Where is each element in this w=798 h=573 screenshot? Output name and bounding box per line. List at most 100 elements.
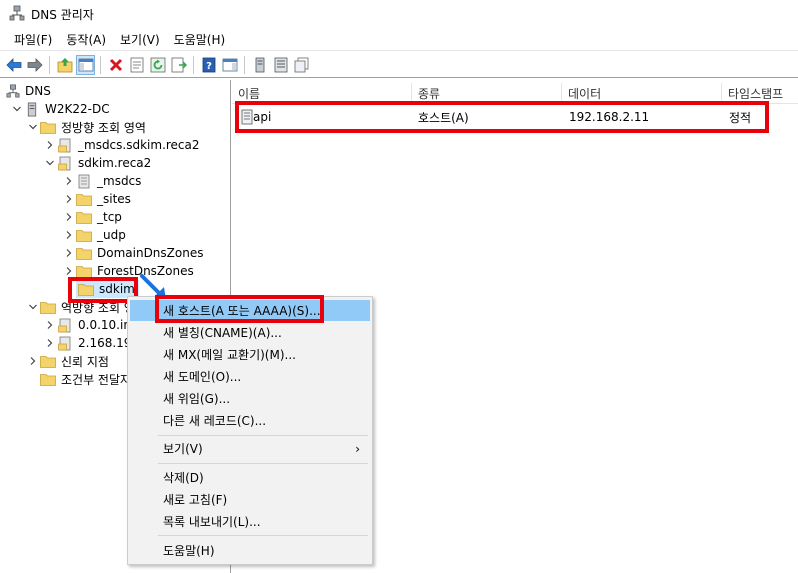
export-list-icon[interactable] <box>169 55 188 75</box>
menu-separator <box>158 463 368 464</box>
dns-manager-window: DNS 관리자 파일(F) 동작(A) 보기(V) 도움말(H) ? DNS W… <box>0 0 798 573</box>
menu-item-refresh[interactable]: 새로 고침(F) <box>130 489 370 510</box>
record-icon <box>241 106 253 128</box>
header-divider <box>232 103 798 104</box>
tree-item-label: sdkim.reca2 <box>78 156 152 170</box>
column-header-timestamp[interactable]: 타임스탬프 <box>722 83 798 103</box>
menu-item-new-alias[interactable]: 새 별칭(CNAME)(A)... <box>130 322 370 343</box>
folder-icon <box>40 371 56 387</box>
chevron-right-icon[interactable] <box>62 262 76 280</box>
toolbar-separator <box>49 55 50 74</box>
menu-item-new-mx[interactable]: 새 MX(메일 교환기)(M)... <box>130 344 370 365</box>
zone-list-icon[interactable] <box>271 55 290 75</box>
chevron-right-icon[interactable] <box>43 316 57 334</box>
chevron-down-icon[interactable] <box>26 298 40 316</box>
tree-item-server[interactable]: W2K22-DC <box>10 100 110 118</box>
folder-icon <box>40 299 56 315</box>
chevron-right-icon[interactable] <box>26 352 40 370</box>
chevron-right-icon[interactable] <box>62 244 76 262</box>
tree-item-trust-points[interactable]: 신뢰 지점 <box>26 352 109 370</box>
menu-item-new-host[interactable]: 새 호스트(A 또는 AAAA)(S)... <box>130 300 370 321</box>
menu-view[interactable]: 보기(V) <box>113 31 167 48</box>
column-header-data[interactable]: 데이터 <box>562 83 722 103</box>
toolbar-separator <box>193 55 194 74</box>
folder-icon <box>76 245 92 261</box>
folder-icon <box>76 191 92 207</box>
menu-help[interactable]: 도움말(H) <box>167 31 233 48</box>
tree-item-label: DNS <box>25 84 51 98</box>
chevron-right-icon[interactable] <box>43 136 57 154</box>
tree-item-rev-zone-1[interactable]: 0.0.10.in <box>43 316 131 334</box>
tree-item-forward-zones[interactable]: 정방향 조회 영역 <box>26 118 146 136</box>
properties-icon[interactable] <box>127 55 146 75</box>
tree-item-zone-sdkim[interactable]: sdkim.reca2 <box>43 154 151 172</box>
menu-item-new-delegation[interactable]: 새 위임(G)... <box>130 388 370 409</box>
back-icon[interactable] <box>4 55 23 75</box>
tree-item-zone-msdcs[interactable]: _msdcs.sdkim.reca2 <box>43 136 200 154</box>
menu-item-help[interactable]: 도움말(H) <box>130 540 370 561</box>
show-hide-action-pane-icon[interactable] <box>220 55 239 75</box>
column-header-type[interactable]: 종류 <box>412 83 562 103</box>
tree-item-label: _tcp <box>97 210 122 224</box>
chevron-right-icon[interactable] <box>62 226 76 244</box>
delegated-zone-icon <box>76 173 92 189</box>
menu-separator <box>158 435 368 436</box>
tree-item-child-udp[interactable]: _udp <box>62 226 126 244</box>
tree-item-label: 0.0.10.in <box>78 318 131 332</box>
tree-item-label: 신뢰 지점 <box>61 354 109 369</box>
menu-item-label: 보기(V) <box>163 442 203 456</box>
tree-item-label: sdkim <box>99 282 135 296</box>
help-icon[interactable]: ? <box>199 55 218 75</box>
tree-item-child-domaindnszones[interactable]: DomainDnsZones <box>62 244 203 262</box>
menu-item-delete[interactable]: 삭제(D) <box>130 467 370 488</box>
tree-item-label: _sites <box>97 192 131 206</box>
refresh-icon[interactable] <box>148 55 167 75</box>
tree-item-dns[interactable]: DNS <box>5 82 51 100</box>
tree-item-child-sites[interactable]: _sites <box>62 190 131 208</box>
chevron-right-icon[interactable] <box>62 172 76 190</box>
tree-item-label: _msdcs.sdkim.reca2 <box>78 138 200 152</box>
menu-bar: 파일(F) 동작(A) 보기(V) 도움말(H) <box>0 29 798 51</box>
forward-icon[interactable] <box>25 55 44 75</box>
tree-item-label: 조건부 전달자 <box>61 372 132 387</box>
show-hide-tree-icon[interactable] <box>76 54 95 75</box>
toolbar-separator <box>100 55 101 74</box>
tree-item-label: W2K22-DC <box>45 102 110 116</box>
tree-item-child-tcp[interactable]: _tcp <box>62 208 122 226</box>
delete-icon[interactable] <box>106 55 125 75</box>
dns-root-icon <box>5 83 21 99</box>
server-icon[interactable] <box>250 55 269 75</box>
tree-item-label: _msdcs <box>97 174 142 188</box>
chevron-right-icon[interactable] <box>62 190 76 208</box>
context-menu: 새 호스트(A 또는 AAAA)(S)... 새 별칭(CNAME)(A)...… <box>127 296 373 565</box>
chevron-down-icon[interactable] <box>43 154 57 172</box>
tree-item-rev-zone-2[interactable]: 2.168.19 <box>43 334 131 352</box>
folder-icon <box>76 227 92 243</box>
up-folder-icon[interactable] <box>55 55 74 75</box>
folder-icon <box>78 281 94 297</box>
menu-item-view[interactable]: 보기(V) › <box>130 438 370 459</box>
menu-item-other-records[interactable]: 다른 새 레코드(C)... <box>130 410 370 431</box>
chevron-right-icon[interactable] <box>62 208 76 226</box>
menu-file[interactable]: 파일(F) <box>7 31 59 48</box>
chevron-right-icon[interactable] <box>43 334 57 352</box>
menu-item-new-domain[interactable]: 새 도메인(O)... <box>130 366 370 387</box>
tree-item-child-forestdnszones[interactable]: ForestDnsZones <box>62 262 194 280</box>
menu-item-export-list[interactable]: 목록 내보내기(L)... <box>130 511 370 532</box>
copy-icon[interactable] <box>292 55 311 75</box>
column-header-name[interactable]: 이름 <box>232 83 412 103</box>
chevron-down-icon[interactable] <box>26 118 40 136</box>
table-row[interactable]: api 호스트(A) 192.168.2.11 정적 <box>232 106 798 128</box>
chevron-down-icon[interactable] <box>10 100 24 118</box>
toolbar-separator <box>244 55 245 74</box>
tree-item-label: DomainDnsZones <box>97 246 204 260</box>
folder-icon <box>76 263 92 279</box>
tree-item-child-msdcs[interactable]: _msdcs <box>62 172 141 190</box>
menu-action[interactable]: 동작(A) <box>59 31 113 48</box>
svg-text:?: ? <box>206 61 212 72</box>
submenu-arrow-icon: › <box>355 441 360 456</box>
folder-icon <box>76 209 92 225</box>
tree-item-conditional-forwarders[interactable]: 조건부 전달자 <box>40 370 131 388</box>
zone-icon <box>57 335 73 351</box>
zone-icon <box>57 317 73 333</box>
